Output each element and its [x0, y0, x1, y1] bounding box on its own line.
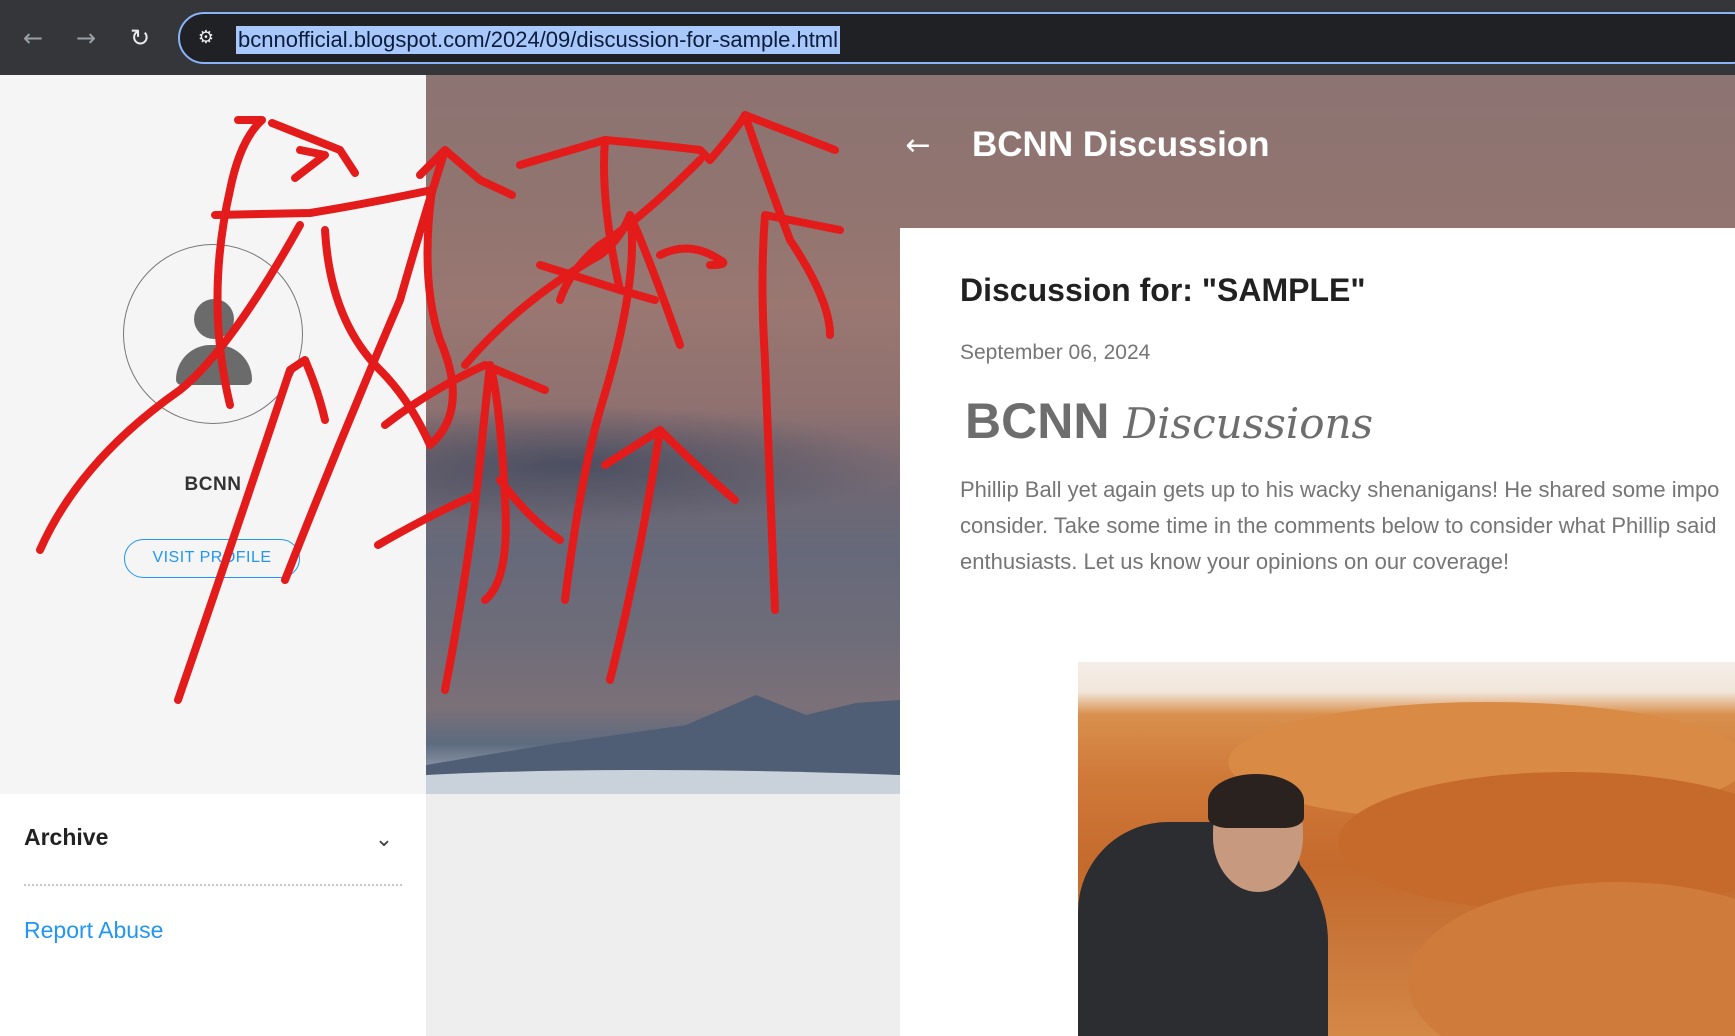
- report-abuse-link[interactable]: Report Abuse: [24, 917, 163, 944]
- post-body-line: consider. Take some time in the comments…: [960, 513, 1717, 538]
- back-arrow-icon[interactable]: ←: [15, 20, 51, 56]
- post-body-line: enthusiasts. Let us know your opinions o…: [960, 549, 1510, 574]
- avatar[interactable]: [123, 244, 303, 424]
- brand-logo-script: Discussions: [1123, 399, 1374, 448]
- post-title: Discussion for: "SAMPLE": [960, 272, 1366, 308]
- post-body-line: Phillip Ball yet again gets up to his wa…: [960, 477, 1720, 502]
- url-text[interactable]: bcnnofficial.blogspot.com/2024/09/discus…: [236, 26, 841, 54]
- forward-arrow-icon[interactable]: →: [68, 20, 104, 56]
- blog-title[interactable]: BCNN Discussion: [972, 125, 1270, 165]
- page-background: [426, 794, 900, 1036]
- reload-icon[interactable]: ↻: [122, 20, 158, 56]
- post-image: [1078, 662, 1735, 1036]
- post-body: Phillip Ball yet again gets up to his wa…: [960, 472, 1735, 580]
- browser-toolbar: ← → ↻ ⚙ bcnnofficial.blogspot.com/2024/0…: [0, 0, 1735, 75]
- dune: [1408, 882, 1735, 1036]
- chevron-down-icon[interactable]: ⌄: [370, 826, 398, 854]
- back-arrow-icon[interactable]: ←: [900, 128, 936, 164]
- address-bar[interactable]: ⚙ bcnnofficial.blogspot.com/2024/09/disc…: [178, 12, 1735, 64]
- brand-logo: BCNN Discussions: [965, 392, 1373, 450]
- site-settings-icon[interactable]: ⚙: [194, 26, 218, 50]
- person-hair: [1208, 774, 1304, 828]
- archive-heading[interactable]: Archive: [24, 824, 108, 851]
- divider: [24, 884, 402, 886]
- person-icon: [194, 299, 234, 339]
- profile-panel: [0, 75, 426, 794]
- brand-logo-main: BCNN: [965, 393, 1110, 449]
- post-date[interactable]: September 06, 2024: [960, 341, 1150, 365]
- profile-name: BCNN: [184, 474, 242, 495]
- visit-profile-button[interactable]: VISIT PROFILE: [124, 539, 300, 578]
- person-icon-body: [176, 345, 252, 385]
